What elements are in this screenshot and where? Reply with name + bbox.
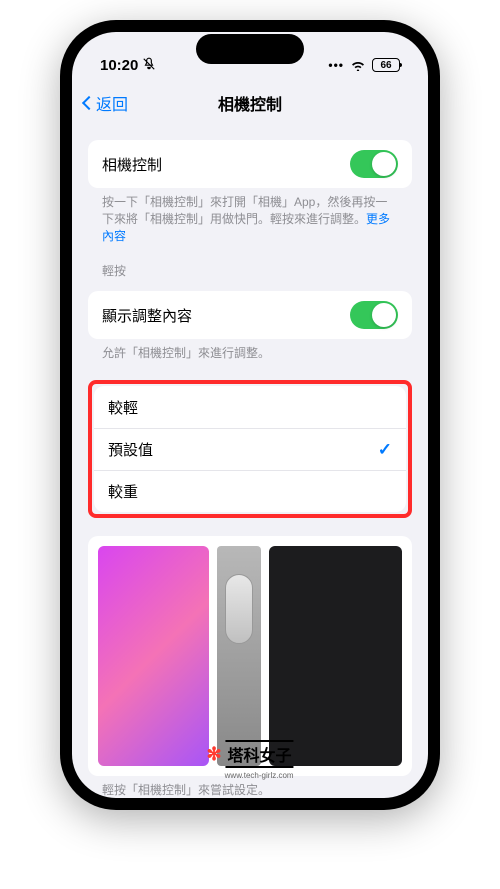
status-right: ••• 66: [328, 58, 400, 72]
watermark-name: 塔科女子: [226, 740, 294, 768]
preview-wallpaper: [98, 546, 209, 766]
checkmark-icon: ✓: [378, 440, 392, 460]
option-heavier[interactable]: 較重: [94, 470, 406, 512]
navigation-bar: 返回 相機控制: [72, 82, 428, 124]
option-default[interactable]: 預設值 ✓: [94, 428, 406, 470]
back-label: 返回: [96, 91, 128, 115]
show-adjustments-group: 顯示調整內容: [88, 291, 412, 339]
wifi-icon: [350, 59, 366, 71]
phone-screen: 10:20 ••• 66 返回 相機控制: [72, 32, 428, 798]
content-area: 相機控制 按一下「相機控制」來打開「相機」App，然後再按一下來將「相機控制」用…: [72, 124, 428, 798]
watermark: ✻ 塔科女子 www.tech-girlz.com: [206, 740, 293, 768]
option-lighter[interactable]: 較輕: [94, 386, 406, 428]
camera-control-label: 相機控制: [102, 154, 162, 175]
press-sensitivity-group: 較輕 預設值 ✓ 較重: [94, 386, 406, 512]
camera-control-group: 相機控制: [88, 140, 412, 188]
phone-frame: 10:20 ••• 66 返回 相機控制: [60, 20, 440, 810]
status-left: 10:20: [100, 57, 156, 74]
camera-control-row[interactable]: 相機控制: [88, 140, 412, 188]
page-title: 相機控制: [218, 91, 282, 115]
highlight-annotation: 較輕 預設值 ✓ 較重: [88, 380, 412, 518]
battery-indicator: 66: [372, 58, 400, 72]
back-button[interactable]: 返回: [84, 91, 128, 115]
preview-camera-button: [225, 574, 253, 644]
camera-control-toggle[interactable]: [350, 150, 398, 178]
battery-level: 66: [380, 60, 391, 71]
show-adjustments-toggle[interactable]: [350, 301, 398, 329]
chevron-left-icon: [82, 96, 96, 110]
dots-icon: •••: [328, 58, 344, 72]
watermark-logo-icon: ✻: [206, 744, 221, 765]
preview-camera-ui: [269, 546, 402, 766]
show-adjustments-footer: 允許「相機控制」來進行調整。: [88, 339, 412, 362]
light-press-header: 輕按: [88, 244, 412, 283]
status-time: 10:20: [100, 57, 138, 74]
watermark-url: www.tech-girlz.com: [225, 771, 294, 780]
camera-control-footer: 按一下「相機控制」來打開「相機」App，然後再按一下來將「相機控制」用做快門。輕…: [88, 188, 412, 244]
option-default-label: 預設值: [108, 439, 153, 460]
option-heavier-label: 較重: [108, 481, 138, 502]
show-adjustments-row[interactable]: 顯示調整內容: [88, 291, 412, 339]
option-lighter-label: 較輕: [108, 397, 138, 418]
show-adjustments-label: 顯示調整內容: [102, 305, 192, 326]
dynamic-island: [196, 34, 304, 64]
preview-phone-side: [217, 546, 261, 766]
silent-mode-icon: [142, 57, 156, 74]
